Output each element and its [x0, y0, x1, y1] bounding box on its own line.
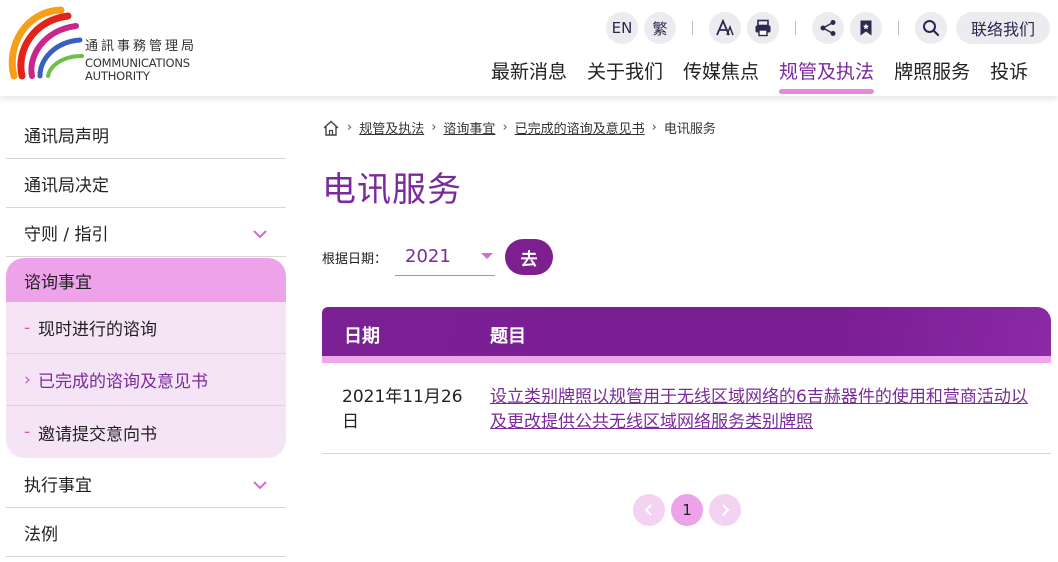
year-select[interactable]: 2021	[395, 238, 496, 276]
divider	[897, 21, 899, 35]
nav-media-focus[interactable]: 传媒焦点	[683, 58, 759, 94]
sidebar-item-label: 执行事宜	[24, 475, 92, 496]
divider	[691, 21, 693, 35]
sidebar-group-consultations: 谘询事宜 - 现时进行的谘询 › 已完成的谘询及意见书 - 邀请提交意向书	[6, 258, 286, 458]
date-filter: 根据日期： 2021 去	[322, 238, 554, 276]
dash-marker-icon: -	[24, 422, 31, 442]
chevron-right-icon: ›	[502, 120, 508, 135]
chevron-right-icon: ›	[431, 120, 437, 135]
sidebar-item-enforcement[interactable]: 执行事宜	[6, 459, 286, 508]
row-date: 2021年11月26日	[342, 387, 463, 432]
sidebar-subitem-label: 已完成的谘询及意见书	[38, 372, 208, 392]
header-tools: EN 繁 联络我们	[603, 12, 1050, 44]
sidebar-item-label: 法例	[24, 524, 58, 545]
pagination: 1	[633, 494, 747, 526]
go-button[interactable]: 去	[505, 239, 554, 275]
lang-en-button[interactable]: EN	[605, 12, 638, 44]
contact-us-button[interactable]: 联络我们	[955, 12, 1050, 44]
column-header-date: 日期	[344, 326, 380, 347]
print-icon	[755, 19, 771, 37]
search-icon	[922, 20, 940, 37]
sidebar-item-label: 通讯局声明	[24, 126, 109, 147]
table-header: 日期 题目	[322, 307, 1051, 363]
logo-swoosh-icon	[8, 6, 84, 80]
chevron-left-icon	[644, 504, 652, 516]
chevron-down-icon[interactable]	[252, 226, 268, 242]
bookmark-button[interactable]	[849, 12, 882, 44]
search-button[interactable]	[914, 12, 947, 44]
sidebar-item-label: 通讯局决定	[24, 175, 109, 196]
font-size-icon	[716, 19, 734, 36]
site-header: 通訊事務管理局 COMMUNICATIONS AUTHORITY EN 繁 联络…	[0, 0, 1058, 96]
page-number-button[interactable]: 1	[671, 494, 703, 526]
nav-licensing[interactable]: 牌照服务	[894, 58, 970, 94]
sidebar-subitem-completed-consultations[interactable]: › 已完成的谘询及意见书	[6, 354, 286, 406]
breadcrumb-link-regulation[interactable]: 规管及执法	[359, 118, 424, 137]
bookmark-icon	[860, 20, 872, 36]
chevron-right-icon	[722, 504, 730, 516]
year-select-value: 2021	[405, 246, 451, 267]
nav-complaints[interactable]: 投诉	[990, 58, 1028, 94]
breadcrumb-link-completed[interactable]: 已完成的谘询及意见书	[515, 118, 645, 137]
divider	[794, 21, 796, 35]
print-button[interactable]	[746, 12, 779, 44]
breadcrumb-current: 电讯服务	[663, 122, 716, 137]
caret-down-icon	[481, 253, 494, 259]
chevron-right-icon: ›	[24, 369, 31, 390]
chevron-right-icon: ›	[651, 120, 657, 135]
sidebar-item-label: 守则 / 指引	[24, 224, 109, 245]
main-nav: 最新消息 关于我们 传媒焦点 规管及执法 牌照服务 投诉	[491, 58, 1048, 94]
results-table: 日期 题目 2021年11月26日 设立类别牌照以规管用于无线区域网络的6吉赫器…	[322, 307, 1051, 454]
nav-regulation[interactable]: 规管及执法	[779, 58, 875, 94]
nav-whats-new[interactable]: 最新消息	[491, 58, 567, 94]
sidebar: 通讯局声明 通讯局决定 守则 / 指引 谘询事宜 - 现时进行的谘询 › 已完成…	[6, 110, 286, 557]
dash-marker-icon: -	[24, 317, 31, 338]
chevron-down-icon[interactable]	[252, 477, 268, 493]
filter-label: 根据日期：	[322, 251, 388, 267]
sidebar-subitem-label: 现时进行的谘询	[38, 320, 157, 340]
nav-about-us[interactable]: 关于我们	[587, 58, 663, 94]
share-icon	[820, 20, 836, 36]
column-header-title: 题目	[490, 326, 526, 347]
ofca-logo[interactable]: 通訊事務管理局 COMMUNICATIONS AUTHORITY	[6, 6, 206, 83]
breadcrumb: › 规管及执法 › 谘询事宜 › 已完成的谘询及意见书 › 电讯服务	[322, 118, 716, 137]
breadcrumb-link-consultations[interactable]: 谘询事宜	[443, 118, 495, 137]
logo-title-zh: 通訊事務管理局	[85, 39, 198, 54]
share-button[interactable]	[811, 12, 844, 44]
row-title-link[interactable]: 设立类别牌照以规管用于无线区域网络的6吉赫器件的使用和营商活动以及更改提供公共无…	[490, 385, 1035, 435]
sidebar-item-statements[interactable]: 通讯局声明	[6, 110, 286, 159]
sidebar-subitem-label: 邀请提交意向书	[38, 424, 157, 445]
home-icon[interactable]	[322, 119, 340, 137]
sidebar-item-consultations[interactable]: 谘询事宜	[6, 258, 286, 302]
chevron-right-icon: ›	[347, 120, 353, 135]
font-size-button[interactable]	[708, 12, 741, 44]
sidebar-item-legislation[interactable]: 法例	[6, 508, 286, 557]
sidebar-subitem-current-consultations[interactable]: - 现时进行的谘询	[6, 302, 286, 354]
prev-page-button[interactable]	[633, 494, 665, 526]
table-row: 2021年11月26日 设立类别牌照以规管用于无线区域网络的6吉赫器件的使用和营…	[322, 363, 1051, 454]
lang-tc-button[interactable]: 繁	[643, 12, 676, 44]
page-title: 电讯服务	[322, 170, 462, 210]
logo-title-en-2: AUTHORITY	[85, 69, 150, 83]
sidebar-item-codes-guidelines[interactable]: 守则 / 指引	[6, 208, 286, 257]
next-page-button[interactable]	[709, 494, 741, 526]
sidebar-subitem-expression-of-interest[interactable]: - 邀请提交意向书	[6, 406, 286, 458]
sidebar-item-decisions[interactable]: 通讯局决定	[6, 159, 286, 208]
